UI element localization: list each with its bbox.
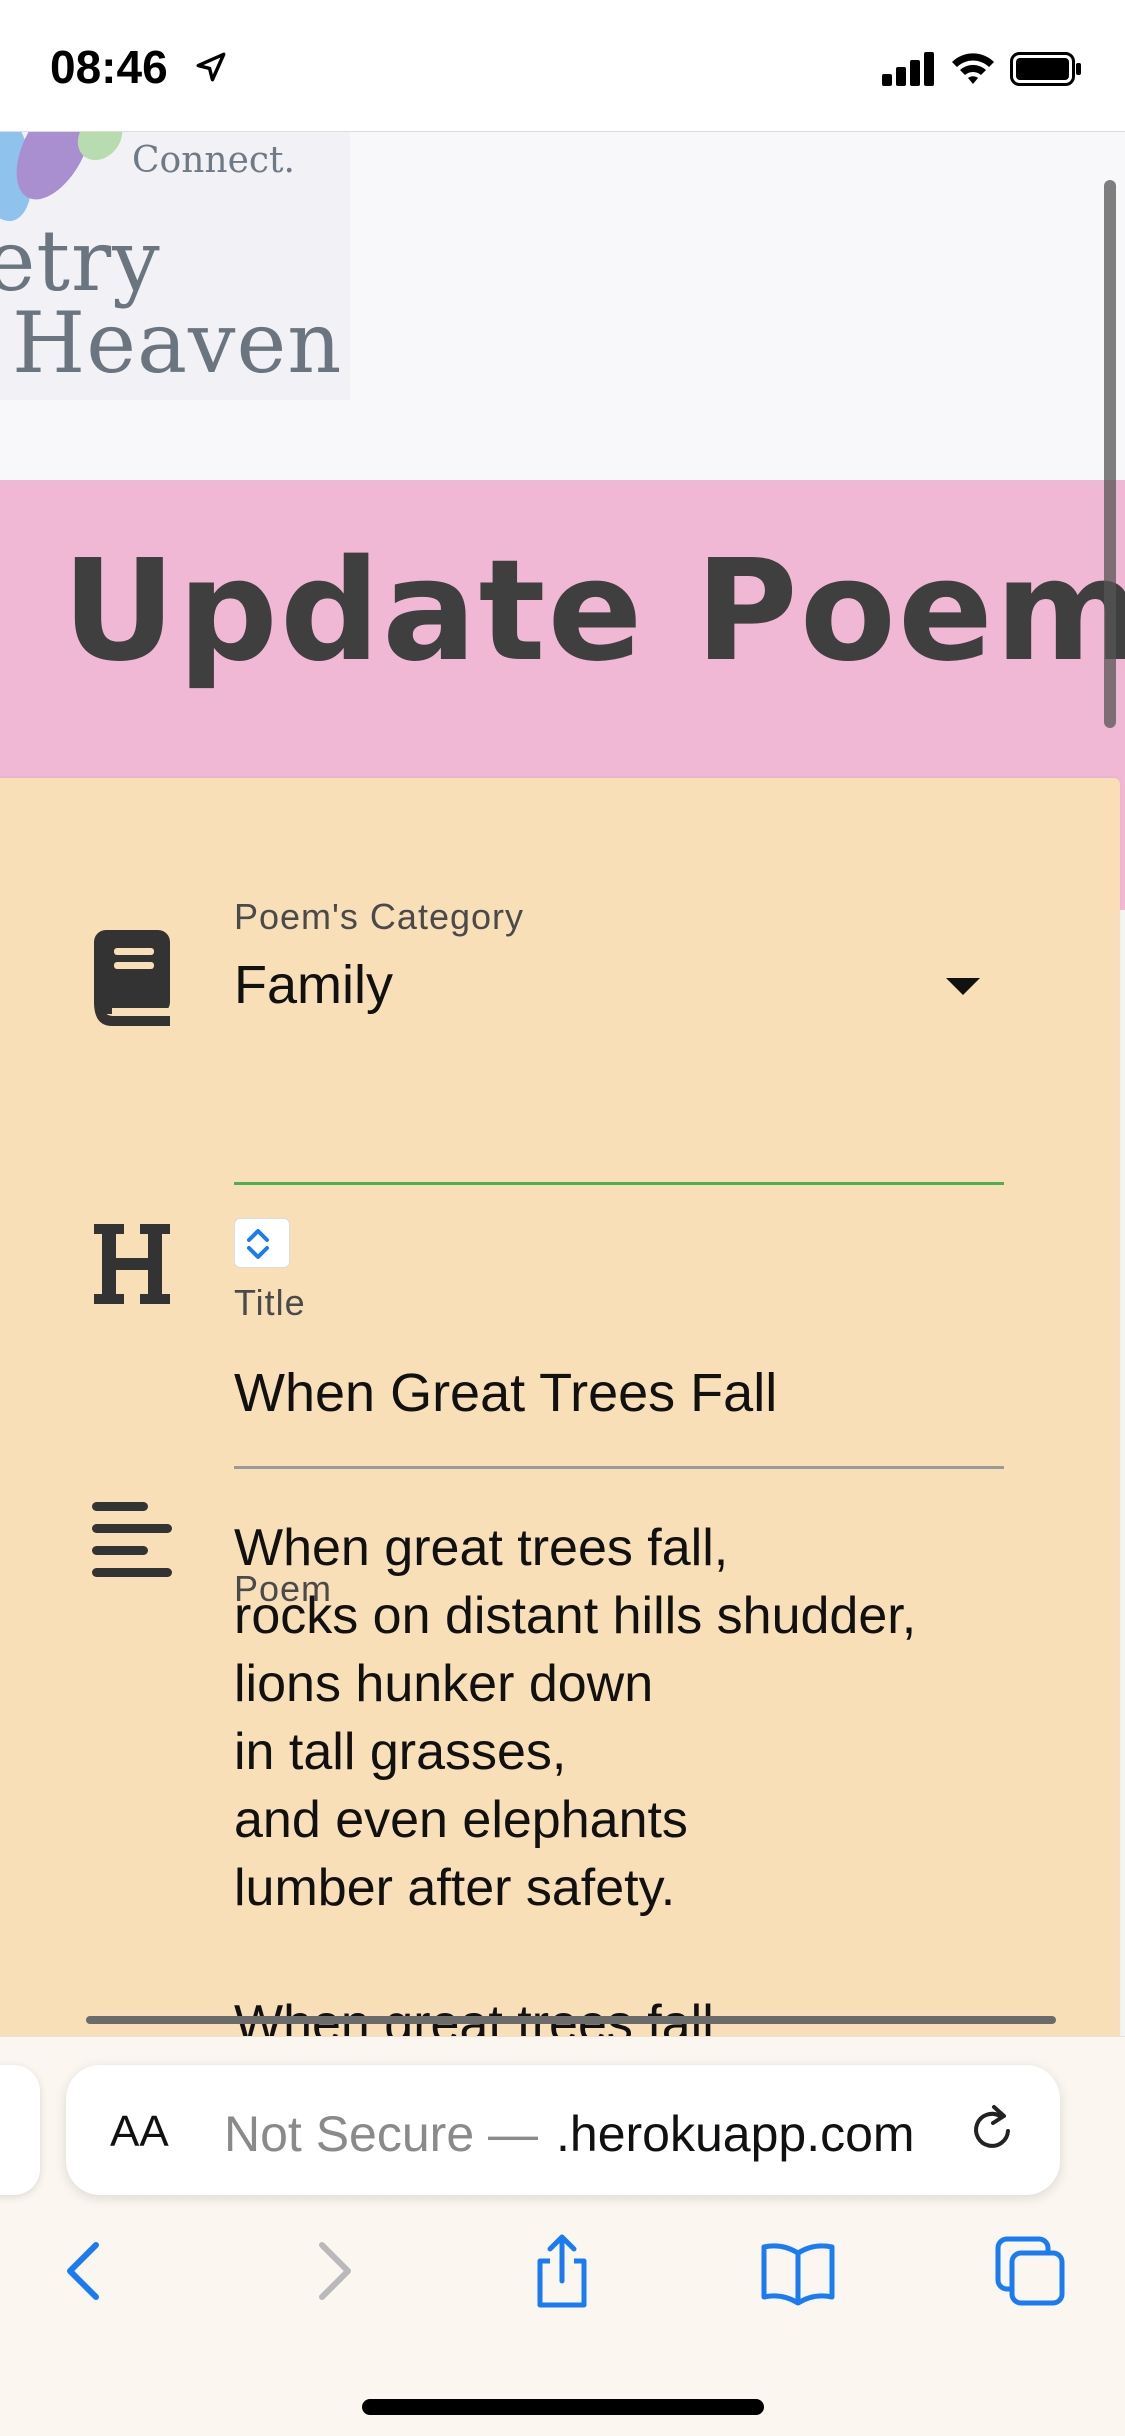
page-title: Update Poem bbox=[62, 530, 1125, 693]
title-label: Title bbox=[234, 1282, 306, 1323]
book-icon bbox=[94, 930, 170, 1026]
forward-chevron-icon[interactable] bbox=[290, 2231, 370, 2311]
category-underline bbox=[234, 1182, 1004, 1185]
header-area: Connect. oetry Heaven bbox=[0, 132, 1125, 480]
dropdown-arrow-icon[interactable] bbox=[944, 976, 982, 996]
address-bar[interactable]: AA Not Secure — .herokuapp.com bbox=[66, 2065, 1060, 2195]
select-stepper[interactable] bbox=[234, 1218, 290, 1268]
logo-tagline: Connect. bbox=[132, 140, 295, 181]
status-bar: 08:46 bbox=[0, 0, 1125, 132]
category-select[interactable]: Family bbox=[234, 954, 393, 1016]
home-indicator[interactable] bbox=[362, 2399, 764, 2415]
textarea-horizontal-scrollbar[interactable] bbox=[86, 2016, 1056, 2024]
share-icon[interactable] bbox=[522, 2231, 602, 2311]
poem-textarea[interactable]: When great trees fall, rocks on distant … bbox=[234, 1514, 916, 2038]
status-time: 08:46 bbox=[50, 41, 168, 93]
url-host-text: .herokuapp.com bbox=[546, 2106, 915, 2162]
back-chevron-icon[interactable] bbox=[48, 2231, 128, 2311]
tabs-icon[interactable] bbox=[990, 2231, 1070, 2311]
title-input[interactable]: When Great Trees Fall bbox=[234, 1362, 777, 1424]
up-down-chevron-icon bbox=[247, 1229, 269, 1259]
web-page: Connect. oetry Heaven Update Poem Poem's… bbox=[0, 132, 1125, 2038]
vertical-scrollbar[interactable] bbox=[1104, 180, 1116, 728]
wifi-icon bbox=[952, 53, 994, 84]
category-label: Poem's Category bbox=[234, 896, 524, 937]
heading-icon bbox=[94, 1224, 170, 1304]
title-underline bbox=[234, 1466, 1004, 1469]
battery-icon bbox=[1010, 52, 1081, 86]
reload-icon[interactable] bbox=[964, 2101, 1020, 2157]
cellular-signal-icon bbox=[882, 52, 934, 86]
bookmarks-icon[interactable] bbox=[758, 2231, 838, 2311]
site-logo[interactable]: Connect. oetry Heaven bbox=[0, 132, 350, 400]
browser-toolbar: AA Not Secure — .herokuapp.com bbox=[0, 2036, 1125, 2436]
align-left-icon bbox=[92, 1502, 172, 1577]
reader-aa-button[interactable]: AA bbox=[110, 2107, 169, 2157]
update-poem-form: Poem's Category Family Title When Great … bbox=[0, 778, 1120, 2038]
logo-text-line2: Heaven bbox=[12, 294, 343, 392]
url-security-text: Not Secure — bbox=[224, 2106, 539, 2162]
previous-tab-peek[interactable] bbox=[0, 2065, 40, 2195]
location-arrow-icon bbox=[196, 52, 226, 82]
